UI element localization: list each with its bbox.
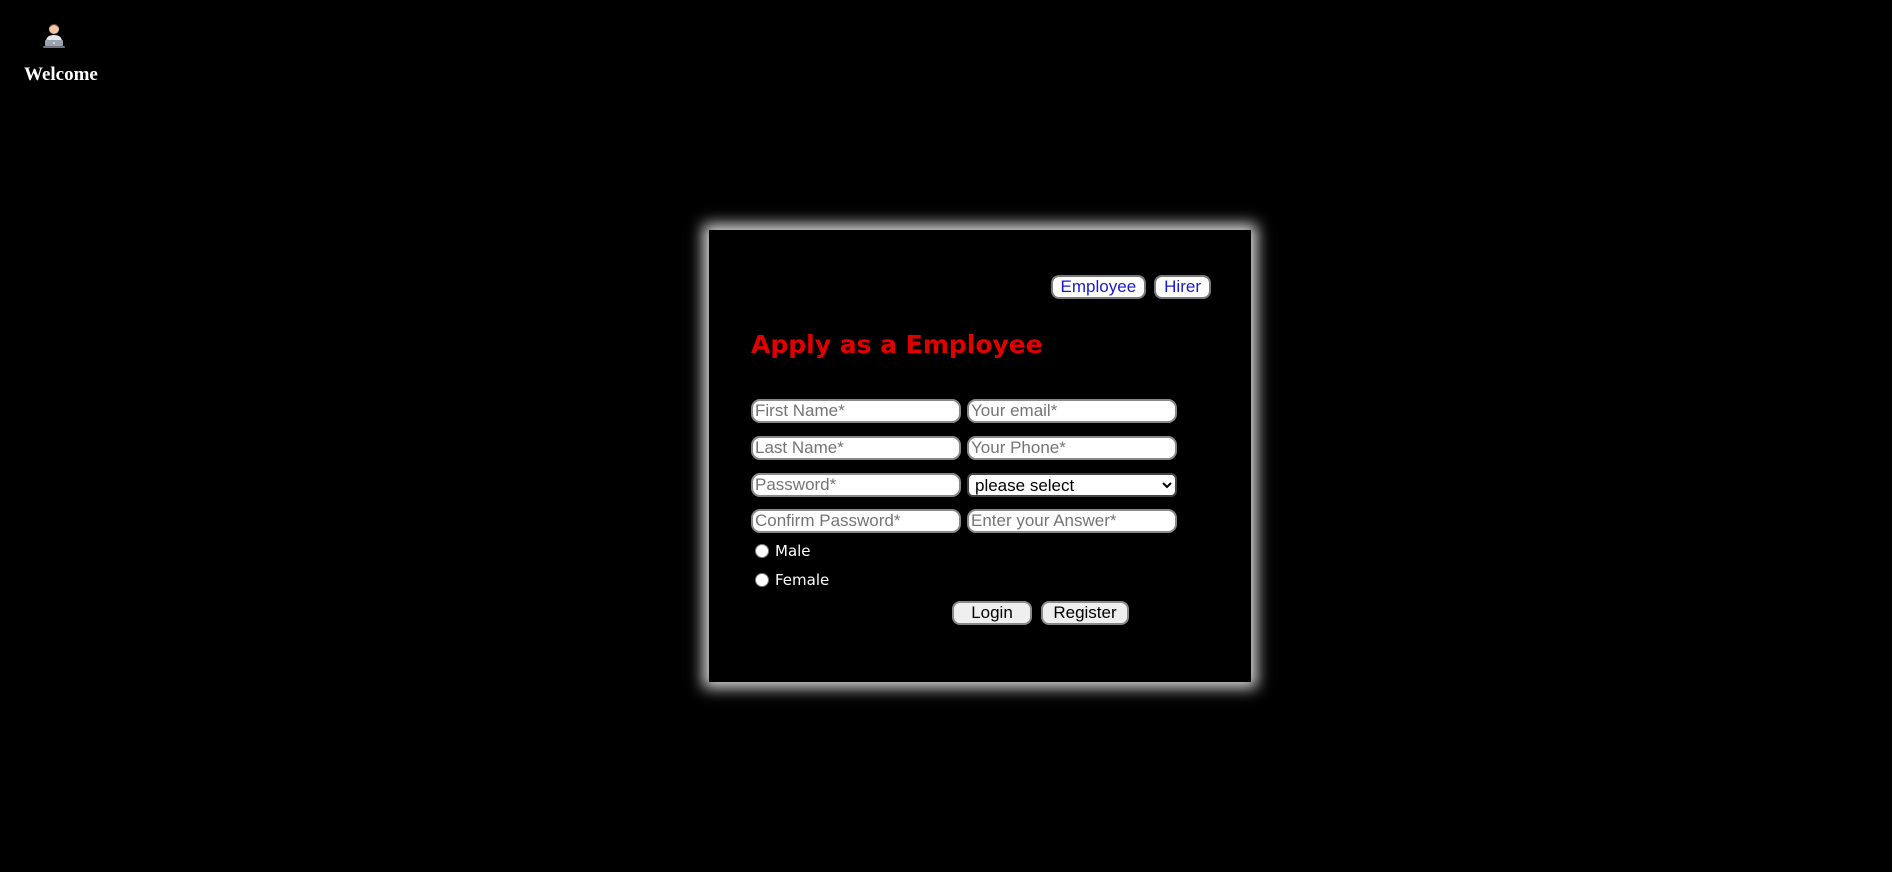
security-question-select[interactable]: please select — [967, 473, 1177, 497]
person-at-laptop-icon — [40, 22, 68, 50]
login-button[interactable]: Login — [952, 601, 1032, 625]
gender-option-female: Female — [755, 571, 829, 589]
welcome-heading: Welcome — [24, 64, 98, 85]
gender-male-label: Male — [775, 542, 811, 560]
password-input[interactable] — [751, 473, 961, 497]
role-tabs: Employee Hirer — [1050, 275, 1211, 299]
registration-card: Employee Hirer Apply as a Employee pleas… — [709, 230, 1251, 682]
gender-male-radio[interactable] — [755, 544, 769, 558]
first-name-input[interactable] — [751, 399, 961, 423]
confirm-password-input[interactable] — [751, 509, 961, 533]
phone-input[interactable] — [967, 436, 1177, 460]
gender-female-label: Female — [775, 571, 830, 589]
email-input[interactable] — [967, 399, 1177, 423]
gender-female-radio[interactable] — [755, 573, 769, 587]
form-title: Apply as a Employee — [751, 330, 1043, 359]
tab-hirer[interactable]: Hirer — [1154, 275, 1211, 299]
last-name-input[interactable] — [751, 436, 961, 460]
security-answer-input[interactable] — [967, 509, 1177, 533]
gender-option-male: Male — [755, 542, 811, 560]
tab-employee[interactable]: Employee — [1050, 275, 1147, 299]
register-button[interactable]: Register — [1041, 601, 1129, 625]
brand: Welcome — [24, 22, 98, 86]
